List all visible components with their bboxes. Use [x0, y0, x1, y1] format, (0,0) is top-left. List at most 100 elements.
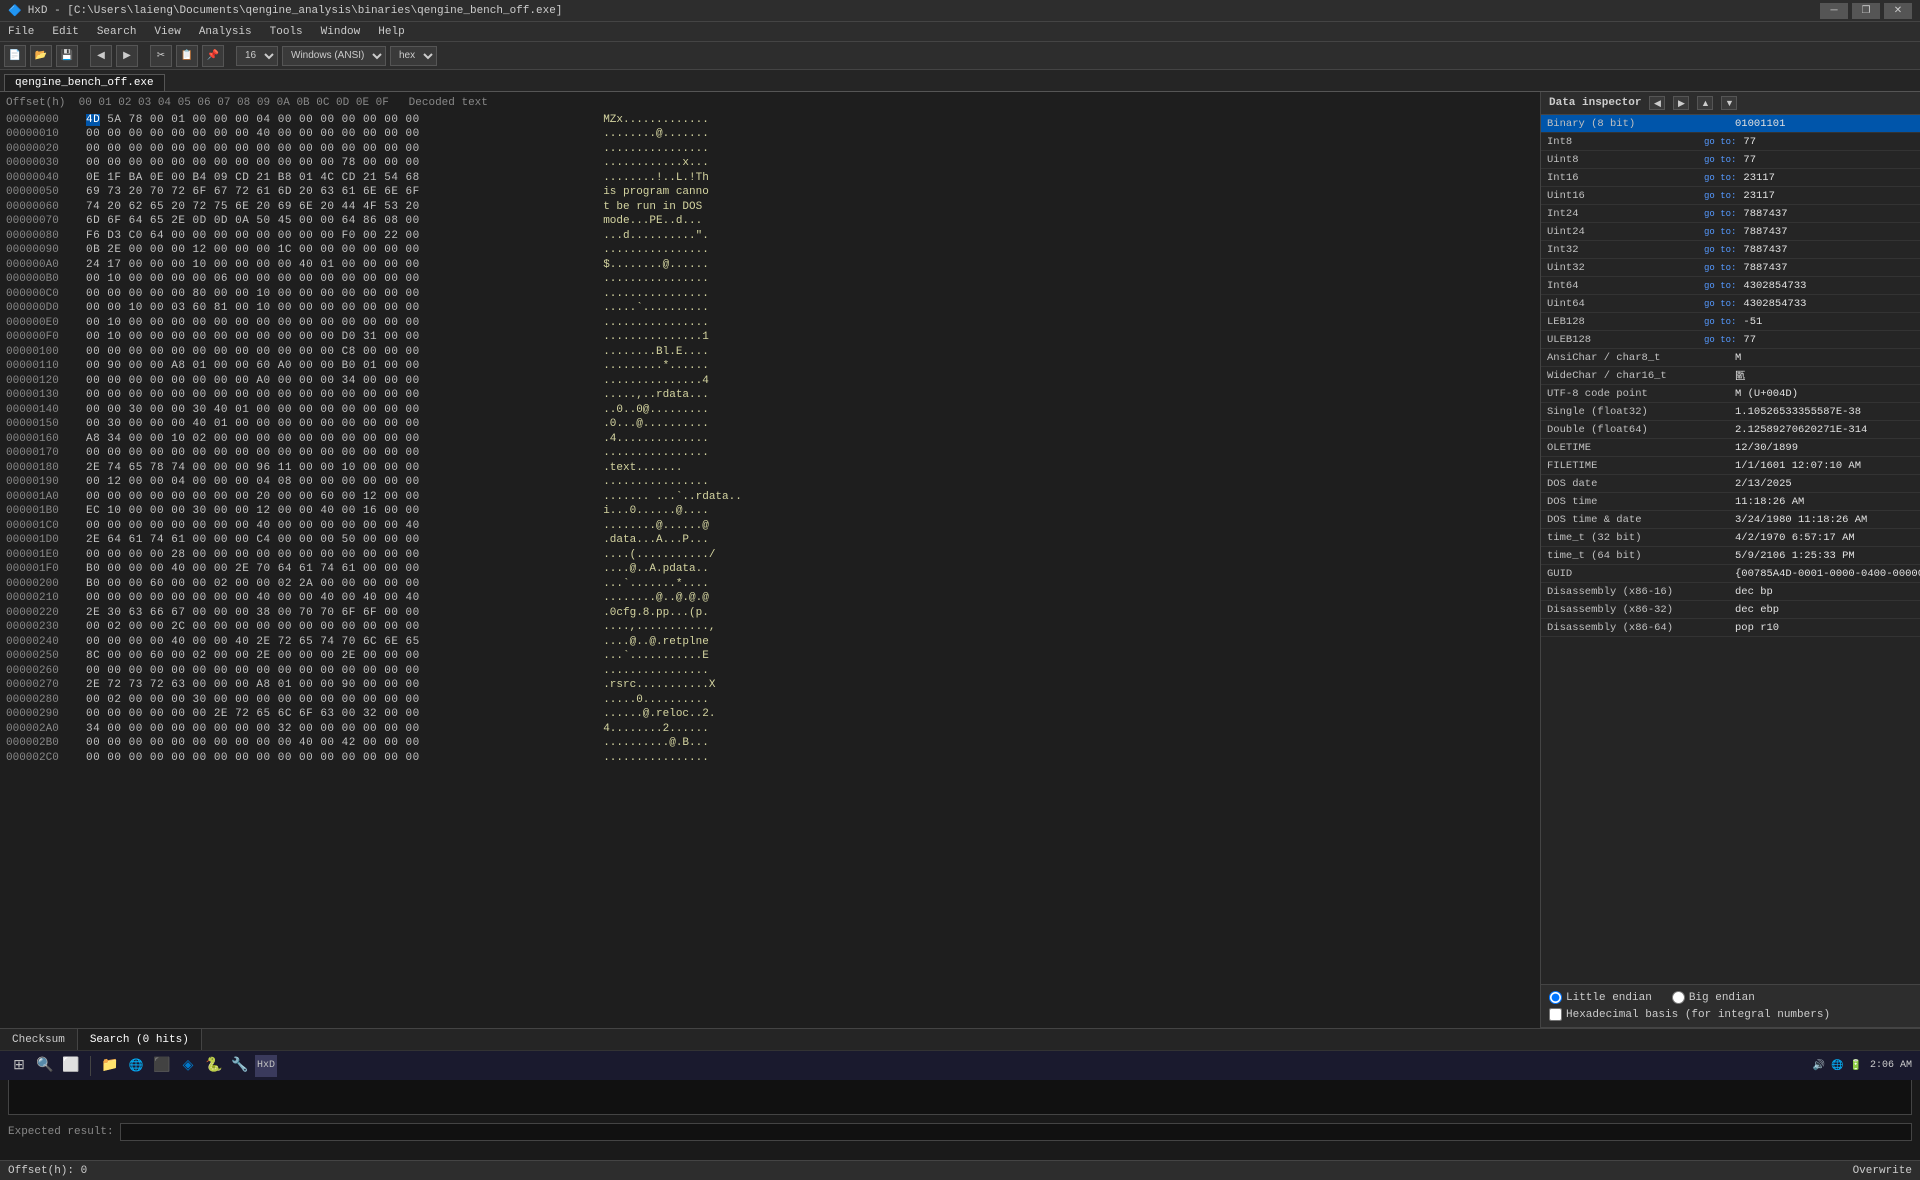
file-explorer-icon[interactable]: 📁 — [99, 1055, 121, 1077]
table-row[interactable]: 00000060 74 20 62 65 20 72 75 6E 20 69 6… — [6, 200, 1534, 215]
new-button[interactable]: 📄 — [4, 45, 26, 67]
save-button[interactable]: 💾 — [56, 45, 78, 67]
table-row[interactable]: 00000050 69 73 20 70 72 6F 67 72 61 6D 2… — [6, 185, 1534, 200]
table-row[interactable]: 00000180 2E 74 65 78 74 00 00 00 96 11 0… — [6, 461, 1534, 476]
start-button[interactable]: ⊞ — [8, 1055, 30, 1077]
open-button[interactable]: 📂 — [30, 45, 52, 67]
table-row[interactable]: 00000170 00 00 00 00 00 00 00 00 00 00 0… — [6, 446, 1534, 461]
bottom-tab-1[interactable]: Search (0 hits) — [78, 1029, 202, 1050]
table-row[interactable]: 00000290 00 00 00 00 00 00 2E 72 65 6C 6… — [6, 707, 1534, 722]
file-tab[interactable]: qengine_bench_off.exe — [4, 74, 165, 91]
inspector-goto-link[interactable]: go to: — [1701, 155, 1739, 165]
vscode-icon[interactable]: ◈ — [177, 1055, 199, 1077]
inspector-up-button[interactable]: ▲ — [1697, 96, 1713, 110]
minimize-button[interactable]: ─ — [1820, 3, 1848, 19]
restore-button[interactable]: ❐ — [1852, 3, 1880, 19]
table-row[interactable]: 00000100 00 00 00 00 00 00 00 00 00 00 0… — [6, 345, 1534, 360]
inspector-goto-link[interactable]: go to: — [1701, 227, 1739, 237]
inspector-next-button[interactable]: ▶ — [1673, 96, 1689, 110]
inspector-goto-link[interactable]: go to: — [1701, 263, 1739, 273]
undo-button[interactable]: ◀ — [90, 45, 112, 67]
table-row[interactable]: 00000200 B0 00 00 60 00 00 02 00 00 02 2… — [6, 577, 1534, 592]
table-row[interactable]: 00000010 00 00 00 00 00 00 00 00 40 00 0… — [6, 127, 1534, 142]
menu-item-window[interactable]: Window — [317, 26, 365, 38]
expected-result-input[interactable] — [120, 1123, 1912, 1141]
table-row[interactable]: 00000040 0E 1F BA 0E 00 B4 09 CD 21 B8 0… — [6, 171, 1534, 186]
table-row[interactable]: 000000B0 00 10 00 00 00 00 06 00 00 00 0… — [6, 272, 1534, 287]
table-row[interactable]: 00000270 2E 72 73 72 63 00 00 00 A8 01 0… — [6, 678, 1534, 693]
inspector-prev-button[interactable]: ◀ — [1649, 96, 1665, 110]
table-row[interactable]: 00000210 00 00 00 00 00 00 00 00 40 00 0… — [6, 591, 1534, 606]
table-row[interactable]: 000000E0 00 10 00 00 00 00 00 00 00 00 0… — [6, 316, 1534, 331]
size-dropdown[interactable]: 16 — [236, 46, 278, 66]
inspector-goto-link[interactable]: go to: — [1701, 173, 1739, 183]
menu-item-tools[interactable]: Tools — [266, 26, 307, 38]
little-endian-radio[interactable]: Little endian — [1549, 991, 1652, 1004]
menu-item-search[interactable]: Search — [93, 26, 141, 38]
table-row[interactable]: 00000090 0B 2E 00 00 00 12 00 00 00 1C 0… — [6, 243, 1534, 258]
table-row[interactable]: 000000C0 00 00 00 00 00 80 00 00 10 00 0… — [6, 287, 1534, 302]
cut-button[interactable]: ✂ — [150, 45, 172, 67]
table-row[interactable]: 000001E0 00 00 00 00 28 00 00 00 00 00 0… — [6, 548, 1534, 563]
table-row[interactable]: 000001A0 00 00 00 00 00 00 00 00 20 00 0… — [6, 490, 1534, 505]
inspector-goto-link[interactable]: go to: — [1701, 317, 1739, 327]
table-row[interactable]: 00000140 00 00 30 00 00 30 40 01 00 00 0… — [6, 403, 1534, 418]
table-row[interactable]: 000001D0 2E 64 61 74 61 00 00 00 C4 00 0… — [6, 533, 1534, 548]
inspector-goto-link[interactable]: go to: — [1701, 191, 1739, 201]
table-row[interactable]: 000002C0 00 00 00 00 00 00 00 00 00 00 0… — [6, 751, 1534, 766]
paste-button[interactable]: 📌 — [202, 45, 224, 67]
table-row[interactable]: 00000260 00 00 00 00 00 00 00 00 00 00 0… — [6, 664, 1534, 679]
bottom-tab-0[interactable]: Checksum — [0, 1029, 78, 1050]
hxd-icon[interactable]: HxD — [255, 1055, 277, 1077]
table-row[interactable]: 00000160 A8 34 00 00 10 02 00 00 00 00 0… — [6, 432, 1534, 447]
inspector-goto-link[interactable]: go to: — [1701, 281, 1739, 291]
hexbasis-checkbox[interactable] — [1549, 1008, 1562, 1021]
hexview[interactable]: Offset(h) 00 01 02 03 04 05 06 07 08 09 … — [0, 92, 1540, 1028]
table-row[interactable]: 000000D0 00 00 10 00 03 60 81 00 10 00 0… — [6, 301, 1534, 316]
table-row[interactable]: 000001B0 EC 10 00 00 00 30 00 00 12 00 0… — [6, 504, 1534, 519]
copy-button[interactable]: 📋 — [176, 45, 198, 67]
menu-item-analysis[interactable]: Analysis — [195, 26, 256, 38]
close-button[interactable]: ✕ — [1884, 3, 1912, 19]
table-row[interactable]: 00000230 00 02 00 00 2C 00 00 00 00 00 0… — [6, 620, 1534, 635]
table-row[interactable]: 00000150 00 30 00 00 00 40 01 00 00 00 0… — [6, 417, 1534, 432]
table-row[interactable]: 000001C0 00 00 00 00 00 00 00 00 40 00 0… — [6, 519, 1534, 534]
table-row[interactable]: 000002A0 34 00 00 00 00 00 00 00 00 32 0… — [6, 722, 1534, 737]
menu-item-help[interactable]: Help — [374, 26, 408, 38]
table-row[interactable]: 00000130 00 00 00 00 00 00 00 00 00 00 0… — [6, 388, 1534, 403]
table-row[interactable]: 00000070 6D 6F 64 65 2E 0D 0D 0A 50 45 0… — [6, 214, 1534, 229]
ida-icon[interactable]: 🔧 — [229, 1055, 251, 1077]
table-row[interactable]: 00000000 4D 5A 78 00 01 00 00 00 04 00 0… — [6, 113, 1534, 128]
table-row[interactable]: 00000030 00 00 00 00 00 00 00 00 00 00 0… — [6, 156, 1534, 171]
redo-button[interactable]: ▶ — [116, 45, 138, 67]
menu-item-view[interactable]: View — [150, 26, 184, 38]
table-row[interactable]: 00000240 00 00 00 00 40 00 00 40 2E 72 6… — [6, 635, 1534, 650]
base-dropdown[interactable]: hex — [390, 46, 437, 66]
table-row[interactable]: 00000190 00 12 00 00 04 00 00 00 04 08 0… — [6, 475, 1534, 490]
table-row[interactable]: 00000250 8C 00 00 60 00 02 00 00 2E 00 0… — [6, 649, 1534, 664]
table-row[interactable]: 00000110 00 90 00 00 A8 01 00 00 60 A0 0… — [6, 359, 1534, 374]
inspector-goto-link[interactable]: go to: — [1701, 335, 1739, 345]
inspector-goto-link[interactable]: go to: — [1701, 209, 1739, 219]
inspector-goto-link[interactable]: go to: — [1701, 245, 1739, 255]
taskview-icon[interactable]: ⬜ — [60, 1055, 82, 1077]
terminal-icon[interactable]: ⬛ — [151, 1055, 173, 1077]
table-row[interactable]: 00000220 2E 30 63 66 67 00 00 00 38 00 7… — [6, 606, 1534, 621]
inspector-goto-link[interactable]: go to: — [1701, 137, 1739, 147]
inspector-goto-link[interactable]: go to: — [1701, 299, 1739, 309]
chrome-icon[interactable]: 🌐 — [125, 1055, 147, 1077]
python-icon[interactable]: 🐍 — [203, 1055, 225, 1077]
table-row[interactable]: 000001F0 B0 00 00 00 40 00 00 2E 70 64 6… — [6, 562, 1534, 577]
table-row[interactable]: 00000120 00 00 00 00 00 00 00 00 A0 00 0… — [6, 374, 1534, 389]
table-row[interactable]: 000000F0 00 10 00 00 00 00 00 00 00 00 0… — [6, 330, 1534, 345]
table-row[interactable]: 00000080 F6 D3 C0 64 00 00 00 00 00 00 0… — [6, 229, 1534, 244]
table-row[interactable]: 00000020 00 00 00 00 00 00 00 00 00 00 0… — [6, 142, 1534, 157]
table-row[interactable]: 000000A0 24 17 00 00 00 10 00 00 00 00 4… — [6, 258, 1534, 273]
big-endian-radio[interactable]: Big endian — [1672, 991, 1755, 1004]
encoding-dropdown[interactable]: Windows (ANSI) — [282, 46, 386, 66]
inspector-down-button[interactable]: ▼ — [1721, 96, 1737, 110]
menu-item-file[interactable]: File — [4, 26, 38, 38]
menu-item-edit[interactable]: Edit — [48, 26, 82, 38]
search-taskbar-icon[interactable]: 🔍 — [34, 1055, 56, 1077]
table-row[interactable]: 00000280 00 02 00 00 00 30 00 00 00 00 0… — [6, 693, 1534, 708]
